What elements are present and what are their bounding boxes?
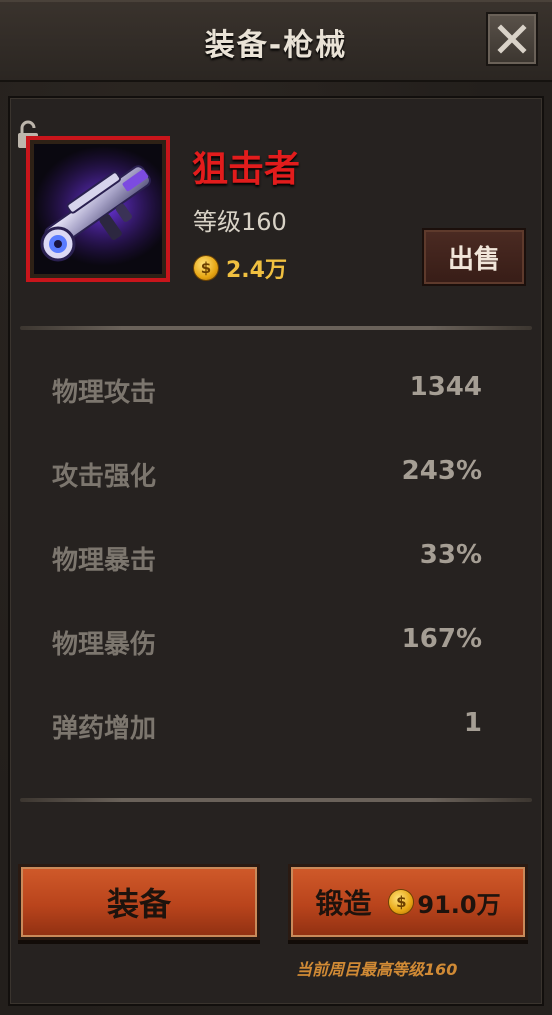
stat-label: 攻击强化 <box>52 462 157 492</box>
sell-button[interactable]: 出售 <box>424 230 524 284</box>
title-bar: 装备-枪械 <box>0 0 552 82</box>
close-icon <box>497 24 527 54</box>
sniper-gun-icon <box>34 146 162 266</box>
stat-row-physical-attack: 物理攻击 1344 <box>52 372 482 412</box>
stat-value: 1 <box>463 708 482 738</box>
forge-cost: 91.0万 <box>417 890 501 919</box>
stat-row-crit-damage: 物理暴伤 167% <box>52 624 482 664</box>
stat-label: 物理攻击 <box>52 378 157 408</box>
item-level: 等级160 <box>193 208 287 236</box>
stat-label: 物理暴击 <box>52 546 157 576</box>
item-price: $ 2.4万 <box>194 252 287 284</box>
stat-label: 物理暴伤 <box>52 630 157 660</box>
coin-icon: $ <box>194 256 218 280</box>
equip-button-label: 装备 <box>106 885 171 923</box>
coin-icon: $ <box>389 890 414 914</box>
item-icon-frame[interactable] <box>26 136 170 282</box>
equip-button[interactable]: 装备 <box>18 864 260 940</box>
stat-value: 33% <box>419 540 482 570</box>
forge-button[interactable]: 锻造 $ 91.0万 <box>288 864 528 940</box>
stat-label: 弹药增加 <box>52 714 157 744</box>
max-level-hint: 当前周目最高等级160 <box>296 960 458 979</box>
item-price-value: 2.4万 <box>226 258 287 283</box>
item-name: 狙击者 <box>192 149 301 190</box>
close-button[interactable] <box>486 12 538 66</box>
divider-top <box>20 326 532 330</box>
forge-button-label: 锻造 <box>315 887 372 920</box>
stat-row-attack-boost: 攻击强化 243% <box>52 456 482 496</box>
equipment-dialog: 装备-枪械 狙击者 等级160 $ 2.4万 出售 物理攻击 1344 攻击强化… <box>0 0 552 1015</box>
dialog-title: 装备-枪械 <box>204 28 348 63</box>
stat-value: 167% <box>401 624 482 654</box>
divider-bottom <box>20 798 532 802</box>
stat-row-physical-crit: 物理暴击 33% <box>52 540 482 580</box>
stat-value: 1344 <box>409 372 482 402</box>
stat-row-ammo-bonus: 弹药增加 1 <box>52 708 482 748</box>
stat-value: 243% <box>401 456 482 486</box>
